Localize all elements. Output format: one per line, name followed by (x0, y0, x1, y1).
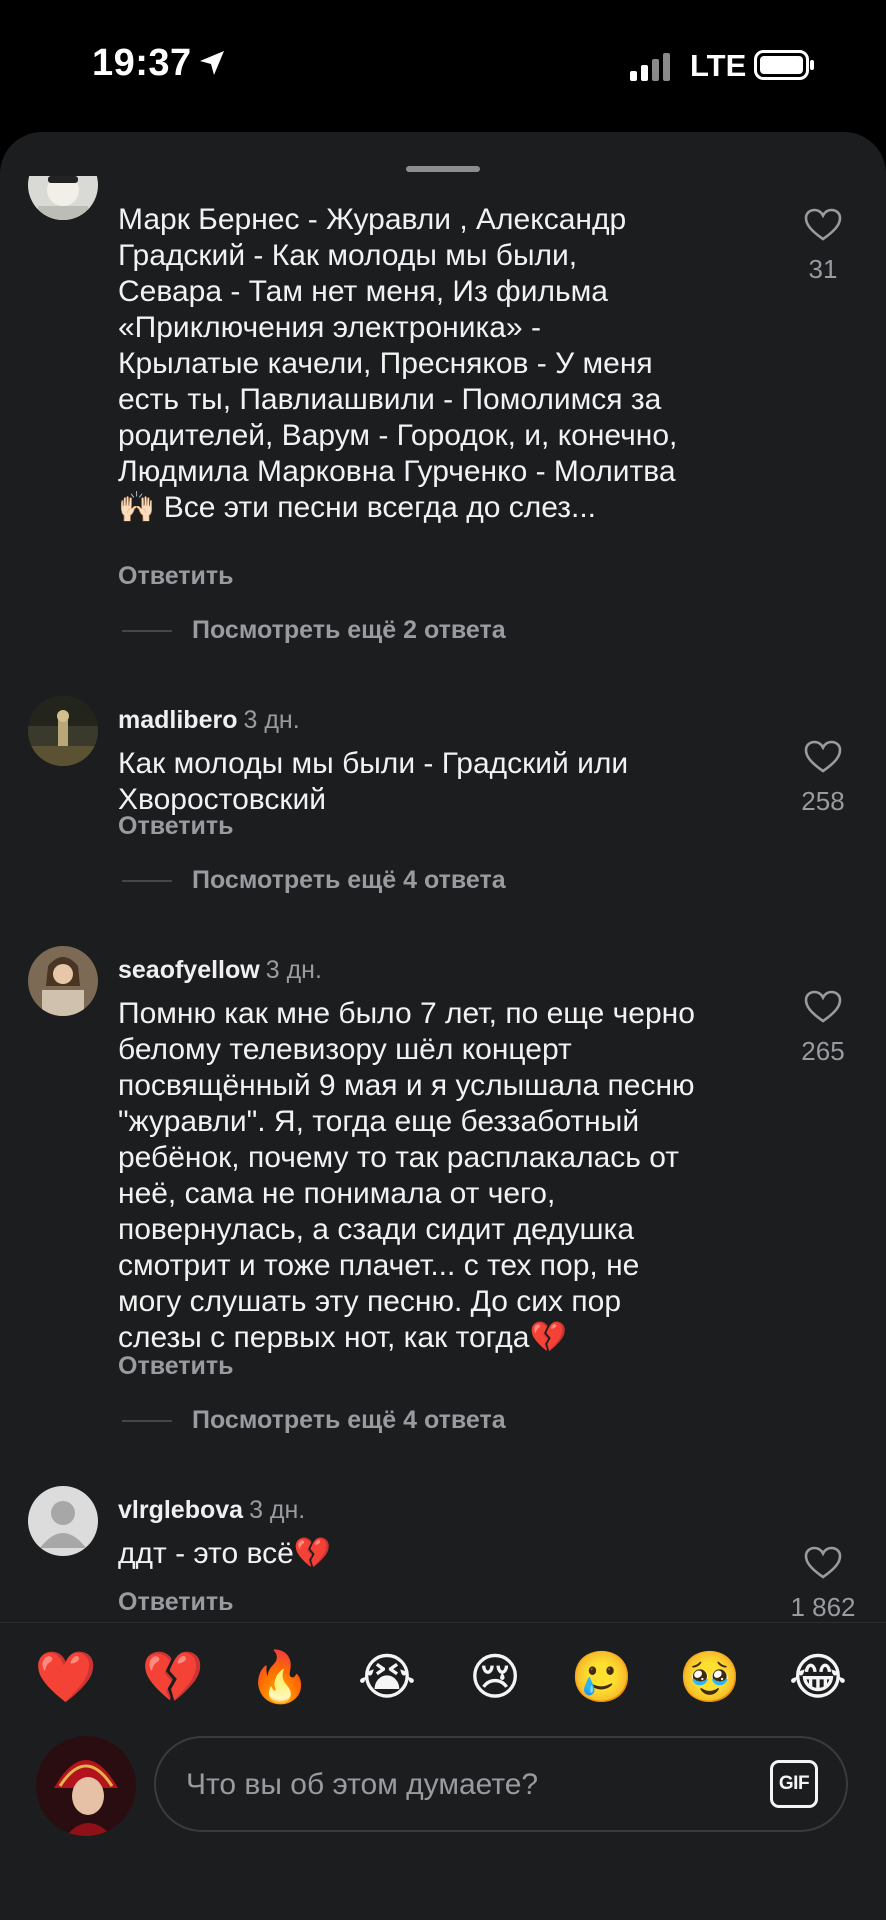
status-time: 19:37 (92, 42, 192, 84)
avatar[interactable] (28, 946, 98, 1016)
like-count: 258 (801, 786, 845, 816)
emoji-holding-back-tears[interactable]: 🥹 (675, 1642, 745, 1712)
network-type: LTE (690, 48, 747, 83)
emoji-fire[interactable]: 🔥 (245, 1642, 315, 1712)
heart-icon (804, 1546, 842, 1579)
timestamp: 3 дн. (243, 706, 300, 734)
comment-meta: madlibero 3 дн. (118, 706, 300, 735)
avatar[interactable] (28, 1486, 98, 1556)
comment-text: Помню как мне было 7 лет, по еще черно б… (118, 997, 695, 1354)
username[interactable]: vlrglebova (118, 1496, 243, 1524)
comments-sheet: Марк Бернес - Журавли , Александр Градск… (0, 132, 886, 1920)
gif-button[interactable]: GIF (770, 1760, 818, 1808)
divider (0, 1622, 886, 1623)
emoji-red-heart[interactable]: ❤️ (31, 1642, 101, 1712)
reply-button[interactable]: Ответить (118, 1352, 234, 1381)
heart-icon (804, 740, 842, 773)
like-button[interactable]: 31 (790, 208, 856, 285)
heart-icon (804, 208, 842, 241)
comment-input-box[interactable]: GIF (154, 1736, 848, 1832)
like-button[interactable]: 1 862 (790, 1546, 856, 1623)
default-avatar-icon (28, 1486, 98, 1556)
emoji-tears-of-joy[interactable]: 😂 (783, 1642, 853, 1712)
comments-list[interactable]: Марк Бернес - Журавли , Александр Градск… (0, 176, 886, 1754)
emoji-crying[interactable]: 😢 (460, 1642, 530, 1712)
comment-composer: GIF (0, 1732, 886, 1852)
emoji-loudly-crying[interactable]: 😭 (352, 1642, 422, 1712)
emoji-smiling-tear[interactable]: 🥲 (567, 1642, 637, 1712)
like-button[interactable]: 258 (790, 740, 856, 817)
avatar[interactable] (28, 176, 98, 220)
username[interactable]: madlibero (118, 706, 237, 734)
like-button[interactable]: 265 (790, 990, 856, 1067)
timestamp: 3 дн. (265, 956, 322, 984)
comment-input[interactable] (184, 1758, 708, 1812)
username[interactable]: seaofyellow (118, 956, 260, 984)
cellular-signal-icon (630, 53, 670, 81)
like-count: 31 (808, 254, 838, 284)
comment-text: Марк Бернес - Журавли , Александр Градск… (118, 203, 678, 524)
reply-button[interactable]: Ответить (118, 812, 234, 841)
comment-meta: seaofyellow 3 дн. (118, 956, 322, 985)
battery-icon (754, 50, 814, 80)
heart-icon (804, 990, 842, 1023)
status-bar: 19:37 LTE (0, 0, 886, 132)
reply-button[interactable]: Ответить (118, 1588, 234, 1617)
comment-text: Как молоды мы были - Градский или Хворос… (118, 747, 629, 816)
emoji-broken-heart[interactable]: 💔 (138, 1642, 208, 1712)
like-count: 265 (801, 1036, 845, 1066)
reply-button[interactable]: Ответить (118, 562, 234, 591)
avatar[interactable] (28, 696, 98, 766)
location-arrow-icon (200, 51, 224, 75)
emoji-quick-bar: ❤️ 💔 🔥 😭 😢 🥲 🥹 😂 (0, 1642, 886, 1712)
comment-meta: vlrglebova 3 дн. (118, 1496, 305, 1525)
sheet-grabber[interactable] (406, 166, 480, 172)
current-user-avatar (36, 1736, 136, 1836)
timestamp: 3 дн. (249, 1496, 306, 1524)
like-count: 1 862 (790, 1592, 856, 1622)
comment-text: ддт - это всё💔 (118, 1537, 332, 1570)
